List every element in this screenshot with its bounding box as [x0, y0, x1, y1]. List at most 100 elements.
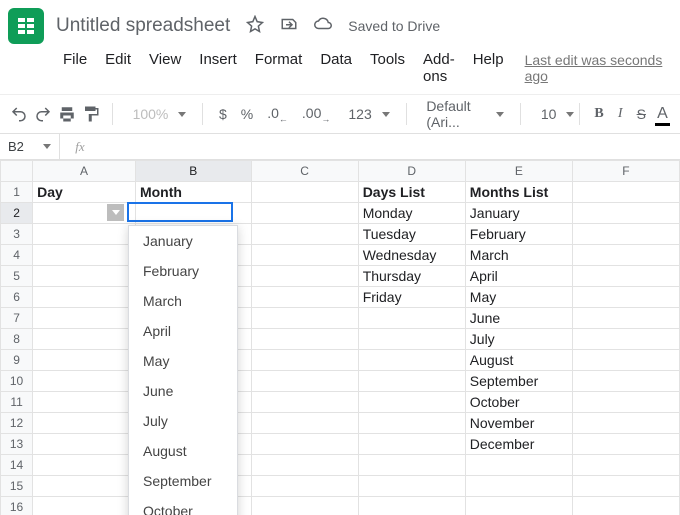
menu-data[interactable]: Data	[313, 48, 359, 88]
cell-A15[interactable]	[33, 476, 136, 497]
cell-D4[interactable]: Wednesday	[358, 245, 465, 266]
cell-B2[interactable]	[135, 203, 251, 224]
formula-bar[interactable]	[100, 134, 680, 159]
cell-E16[interactable]	[465, 497, 572, 515]
cell-C10[interactable]	[251, 371, 358, 392]
cell-E10[interactable]: September	[465, 371, 572, 392]
percent-format-button[interactable]: %	[237, 106, 257, 122]
cell-D5[interactable]: Thursday	[358, 266, 465, 287]
row-header-12[interactable]: 12	[1, 413, 33, 434]
cell-D8[interactable]	[358, 329, 465, 350]
cell-F12[interactable]	[572, 413, 679, 434]
number-format-select[interactable]: 123	[340, 106, 393, 122]
column-header-F[interactable]: F	[572, 161, 679, 182]
data-validation-dropdown[interactable]: JanuaryFebruaryMarchAprilMayJuneJulyAugu…	[128, 225, 238, 515]
increase-decimal-button[interactable]: .00→	[298, 105, 334, 124]
cell-D11[interactable]	[358, 392, 465, 413]
cell-C5[interactable]	[251, 266, 358, 287]
menu-edit[interactable]: Edit	[98, 48, 138, 88]
cell-F7[interactable]	[572, 308, 679, 329]
text-color-button[interactable]: A	[655, 101, 670, 127]
cell-D1[interactable]: Days List	[358, 182, 465, 203]
cell-F10[interactable]	[572, 371, 679, 392]
cell-D16[interactable]	[358, 497, 465, 515]
select-all-corner[interactable]	[1, 161, 33, 182]
cell-D3[interactable]: Tuesday	[358, 224, 465, 245]
cell-A16[interactable]	[33, 497, 136, 515]
cell-C3[interactable]	[251, 224, 358, 245]
paint-format-button[interactable]	[82, 101, 100, 127]
cell-D7[interactable]	[358, 308, 465, 329]
cell-A9[interactable]	[33, 350, 136, 371]
document-title[interactable]: Untitled spreadsheet	[56, 15, 230, 37]
cell-D12[interactable]	[358, 413, 465, 434]
zoom-select[interactable]: 100%	[125, 106, 191, 122]
cell-E15[interactable]	[465, 476, 572, 497]
dropdown-option[interactable]: May	[129, 346, 237, 376]
cell-A11[interactable]	[33, 392, 136, 413]
cell-F2[interactable]	[572, 203, 679, 224]
row-header-5[interactable]: 5	[1, 266, 33, 287]
cell-F11[interactable]	[572, 392, 679, 413]
cell-C11[interactable]	[251, 392, 358, 413]
row-header-15[interactable]: 15	[1, 476, 33, 497]
cell-C9[interactable]	[251, 350, 358, 371]
cell-D15[interactable]	[358, 476, 465, 497]
cell-C2[interactable]	[251, 203, 358, 224]
cell-C1[interactable]	[251, 182, 358, 203]
cell-A13[interactable]	[33, 434, 136, 455]
row-header-10[interactable]: 10	[1, 371, 33, 392]
cell-E11[interactable]: October	[465, 392, 572, 413]
dropdown-option[interactable]: August	[129, 436, 237, 466]
bold-button[interactable]: B	[591, 101, 606, 127]
column-header-D[interactable]: D	[358, 161, 465, 182]
row-header-14[interactable]: 14	[1, 455, 33, 476]
name-box[interactable]: B2	[0, 134, 60, 159]
cell-F5[interactable]	[572, 266, 679, 287]
dropdown-option[interactable]: September	[129, 466, 237, 496]
cell-C8[interactable]	[251, 329, 358, 350]
decrease-decimal-button[interactable]: .0←	[263, 105, 292, 124]
row-header-13[interactable]: 13	[1, 434, 33, 455]
cell-C15[interactable]	[251, 476, 358, 497]
cell-E8[interactable]: July	[465, 329, 572, 350]
print-button[interactable]	[58, 101, 76, 127]
redo-button[interactable]	[34, 101, 52, 127]
row-header-2[interactable]: 2	[1, 203, 33, 224]
dropdown-option[interactable]: October	[129, 496, 237, 515]
cloud-saved-icon[interactable]	[314, 15, 332, 38]
cell-D2[interactable]: Monday	[358, 203, 465, 224]
cell-A14[interactable]	[33, 455, 136, 476]
cell-C6[interactable]	[251, 287, 358, 308]
data-validation-dropdown-arrow[interactable]	[107, 204, 124, 221]
cell-A5[interactable]	[33, 266, 136, 287]
column-header-B[interactable]: B	[135, 161, 251, 182]
cell-F1[interactable]	[572, 182, 679, 203]
column-header-A[interactable]: A	[33, 161, 136, 182]
cell-C4[interactable]	[251, 245, 358, 266]
last-edit-link[interactable]: Last edit was seconds ago	[525, 52, 680, 84]
cell-A8[interactable]	[33, 329, 136, 350]
cell-D9[interactable]	[358, 350, 465, 371]
cell-C16[interactable]	[251, 497, 358, 515]
row-header-1[interactable]: 1	[1, 182, 33, 203]
cell-F8[interactable]	[572, 329, 679, 350]
cell-D6[interactable]: Friday	[358, 287, 465, 308]
font-family-select[interactable]: Default (Ari...	[418, 98, 508, 130]
row-header-7[interactable]: 7	[1, 308, 33, 329]
menu-add-ons[interactable]: Add-ons	[416, 48, 462, 88]
cell-E7[interactable]: June	[465, 308, 572, 329]
cell-F13[interactable]	[572, 434, 679, 455]
cell-C12[interactable]	[251, 413, 358, 434]
row-header-11[interactable]: 11	[1, 392, 33, 413]
undo-button[interactable]	[10, 101, 28, 127]
menu-insert[interactable]: Insert	[192, 48, 244, 88]
cell-F9[interactable]	[572, 350, 679, 371]
cell-E5[interactable]: April	[465, 266, 572, 287]
cell-A12[interactable]	[33, 413, 136, 434]
cell-E9[interactable]: August	[465, 350, 572, 371]
cell-E1[interactable]: Months List	[465, 182, 572, 203]
sheets-logo[interactable]	[8, 8, 44, 44]
cell-D14[interactable]	[358, 455, 465, 476]
cell-E12[interactable]: November	[465, 413, 572, 434]
